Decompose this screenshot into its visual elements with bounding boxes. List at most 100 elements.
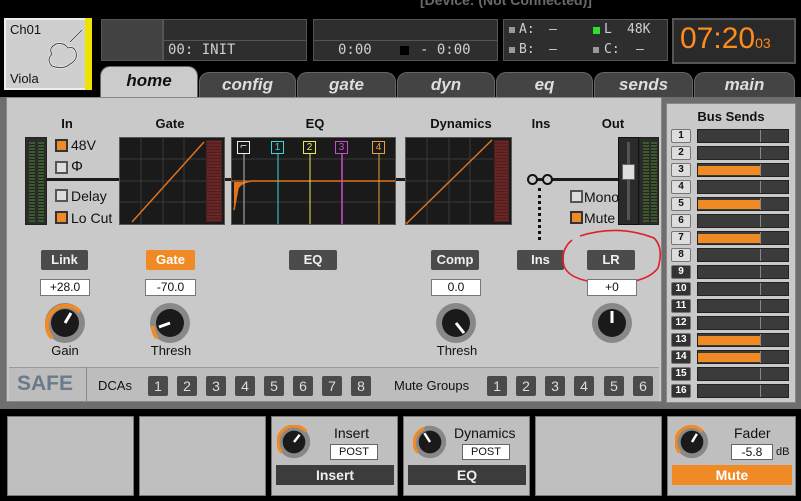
bus-send-number[interactable]: 12 — [671, 316, 691, 330]
bus-send-row[interactable]: 11 — [671, 299, 793, 313]
bus-send-number[interactable]: 6 — [671, 214, 691, 228]
bus-send-level-bar[interactable] — [697, 197, 789, 211]
insert-button[interactable]: Insert — [276, 465, 394, 485]
gate-button[interactable]: Gate — [146, 250, 195, 270]
pan-knob[interactable] — [591, 302, 633, 344]
tab-sends[interactable]: sends — [594, 72, 693, 98]
dca-1-button[interactable]: 1 — [148, 376, 168, 396]
insert-knob[interactable] — [277, 425, 311, 459]
bus-send-number[interactable]: 14 — [671, 350, 691, 364]
bus-send-level-bar[interactable] — [697, 146, 789, 160]
dynamics-knob[interactable] — [413, 425, 447, 459]
gain-knob[interactable] — [44, 302, 86, 344]
bus-send-row[interactable]: 12 — [671, 316, 793, 330]
bus-send-level-bar[interactable] — [697, 265, 789, 279]
dynamics-graph[interactable] — [405, 137, 512, 225]
tab-main[interactable]: main — [694, 72, 795, 98]
ins-button[interactable]: Ins — [517, 250, 564, 270]
tab-gate[interactable]: gate — [297, 72, 396, 98]
bus-send-row[interactable]: 1 — [671, 129, 793, 143]
gate-thresh-value[interactable]: -70.0 — [145, 279, 196, 296]
bus-send-level-bar[interactable] — [697, 333, 789, 347]
tab-eq[interactable]: eq — [496, 72, 593, 98]
bus-send-level-bar[interactable] — [697, 282, 789, 296]
output-fader[interactable] — [618, 137, 639, 225]
eq-band4-marker[interactable]: 4 — [372, 141, 385, 154]
bus-send-level-bar[interactable] — [697, 214, 789, 228]
gate-graph[interactable] — [119, 137, 225, 225]
footer-slot-2[interactable] — [139, 416, 266, 496]
bus-send-number[interactable]: 3 — [671, 163, 691, 177]
bus-send-row[interactable]: 5 — [671, 197, 793, 211]
tab-dyn[interactable]: dyn — [397, 72, 495, 98]
mono-checkbox[interactable] — [570, 190, 583, 203]
comp-thresh-value[interactable]: 0.0 — [431, 279, 481, 296]
dca-4-button[interactable]: 4 — [235, 376, 255, 396]
bus-send-number[interactable]: 8 — [671, 248, 691, 262]
mute-group-3-button[interactable]: 3 — [545, 376, 565, 396]
bus-send-level-bar[interactable] — [697, 129, 789, 143]
insert-position-value[interactable]: POST — [330, 444, 378, 460]
phase-checkbox[interactable] — [55, 161, 68, 174]
fader-cap[interactable] — [622, 164, 635, 180]
bus-send-level-bar[interactable] — [697, 350, 789, 364]
scene-icon-panel[interactable] — [101, 19, 163, 61]
tab-home[interactable]: home — [100, 66, 198, 98]
footer-slot-5[interactable] — [535, 416, 662, 496]
bus-send-row[interactable]: 7 — [671, 231, 793, 245]
bus-send-level-bar[interactable] — [697, 180, 789, 194]
bus-send-number[interactable]: 5 — [671, 197, 691, 211]
eq-lowcut-marker[interactable]: ⌐ — [237, 141, 250, 154]
dca-5-button[interactable]: 5 — [264, 376, 284, 396]
transport-display[interactable]: 0:00 - 0:00 — [313, 19, 498, 61]
bus-send-level-bar[interactable] — [697, 299, 789, 313]
phantom-checkbox[interactable] — [55, 139, 68, 152]
bus-send-row[interactable]: 10 — [671, 282, 793, 296]
fader-knob[interactable] — [675, 425, 709, 459]
bus-send-number[interactable]: 11 — [671, 299, 691, 313]
bus-send-level-bar[interactable] — [697, 316, 789, 330]
mute-group-4-button[interactable]: 4 — [574, 376, 594, 396]
dynamics-position-value[interactable]: POST — [462, 444, 510, 460]
bus-send-row[interactable]: 15 — [671, 367, 793, 381]
bus-send-number[interactable]: 7 — [671, 231, 691, 245]
bus-send-level-bar[interactable] — [697, 248, 789, 262]
bus-send-number[interactable]: 15 — [671, 367, 691, 381]
bus-send-row[interactable]: 14 — [671, 350, 793, 364]
gate-thresh-knob[interactable] — [149, 302, 191, 344]
bus-send-level-bar[interactable] — [697, 231, 789, 245]
bus-send-level-bar[interactable] — [697, 163, 789, 177]
tab-config[interactable]: config — [199, 72, 296, 98]
eq-band3-marker[interactable]: 3 — [335, 141, 348, 154]
locut-checkbox[interactable] — [55, 211, 68, 224]
bus-send-level-bar[interactable] — [697, 384, 789, 398]
bus-send-row[interactable]: 4 — [671, 180, 793, 194]
dca-2-button[interactable]: 2 — [177, 376, 197, 396]
bus-send-row[interactable]: 16 — [671, 384, 793, 398]
bus-send-row[interactable]: 9 — [671, 265, 793, 279]
bus-send-number[interactable]: 2 — [671, 146, 691, 160]
bus-send-number[interactable]: 10 — [671, 282, 691, 296]
dca-8-button[interactable]: 8 — [351, 376, 371, 396]
safe-label[interactable]: SAFE — [17, 372, 73, 396]
mute-group-1-button[interactable]: 1 — [487, 376, 507, 396]
bus-send-number[interactable]: 4 — [671, 180, 691, 194]
eq-button[interactable]: EQ — [289, 250, 337, 270]
mute-group-6-button[interactable]: 6 — [633, 376, 653, 396]
bus-send-number[interactable]: 13 — [671, 333, 691, 347]
comp-thresh-knob[interactable] — [435, 302, 477, 344]
bus-send-row[interactable]: 3 — [671, 163, 793, 177]
bus-send-level-bar[interactable] — [697, 367, 789, 381]
dca-6-button[interactable]: 6 — [293, 376, 313, 396]
bus-send-number[interactable]: 16 — [671, 384, 691, 398]
channel-select-box[interactable]: Ch01 Viola — [4, 18, 92, 90]
bus-send-row[interactable]: 2 — [671, 146, 793, 160]
link-button[interactable]: Link — [41, 250, 88, 270]
bus-send-row[interactable]: 13 — [671, 333, 793, 347]
bus-send-row[interactable]: 8 — [671, 248, 793, 262]
fader-mute-button[interactable]: Mute — [672, 465, 792, 485]
mute-group-5-button[interactable]: 5 — [604, 376, 624, 396]
gain-value[interactable]: +28.0 — [40, 279, 90, 296]
bus-send-number[interactable]: 9 — [671, 265, 691, 279]
delay-checkbox[interactable] — [55, 189, 68, 202]
